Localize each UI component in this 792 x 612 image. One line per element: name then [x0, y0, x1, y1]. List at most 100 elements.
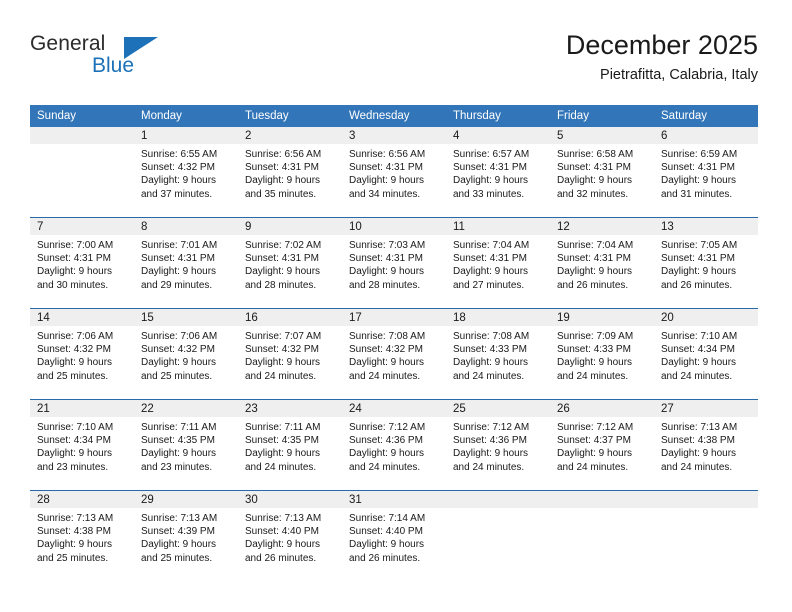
day-number: 26 — [550, 400, 654, 417]
calendar-day-cell[interactable]: 10 Sunrise: 7:03 AM Sunset: 4:31 PM Dayligh… — [342, 218, 446, 308]
weekday-header-thursday: Thursday — [446, 105, 550, 127]
sunrise-text: Sunrise: 7:03 AM — [349, 240, 426, 251]
sunset-text: Sunset: 4:38 PM — [661, 435, 735, 447]
calendar-day-cell[interactable]: 24 Sunrise: 7:12 AM Sunset: 4:36 PM Dayligh… — [342, 400, 446, 490]
calendar-day-cell[interactable]: 7 Sunrise: 7:00 AM Sunset: 4:31 PM Daylight… — [30, 218, 134, 308]
calendar-day-cell[interactable]: 29 Sunrise: 7:13 AM Sunset: 4:39 PM Dayligh… — [134, 491, 238, 581]
sunrise-text: Sunrise: 6:56 AM — [349, 149, 426, 160]
calendar-day-cell[interactable]: 22 Sunrise: 7:11 AM Sunset: 4:35 PM Dayligh… — [134, 400, 238, 490]
sunset-text: Sunset: 4:31 PM — [557, 162, 631, 174]
daylight-text-line1: Daylight: 9 hours — [349, 539, 425, 551]
calendar-day-cell[interactable]: 1 Sunrise: 6:55 AM Sunset: 4:32 PM Daylight… — [134, 127, 238, 217]
sunrise-text: Sunrise: 7:04 AM — [557, 240, 634, 251]
calendar-day-cell[interactable]: 25 Sunrise: 7:12 AM Sunset: 4:36 PM Dayligh… — [446, 400, 550, 490]
calendar-day-cell[interactable]: 13 Sunrise: 7:05 AM Sunset: 4:31 PM Dayligh… — [654, 218, 758, 308]
calendar-week-row: 14 Sunrise: 7:06 AM Sunset: 4:32 PM Dayligh… — [30, 308, 758, 400]
sunset-text: Sunset: 4:40 PM — [245, 526, 319, 538]
daylight-text-line2: and 30 minutes. — [37, 279, 109, 291]
daylight-text-line2: and 34 minutes. — [349, 188, 421, 200]
calendar-day-cell[interactable]: 18 Sunrise: 7:08 AM Sunset: 4:33 PM Dayligh… — [446, 309, 550, 399]
sunrise-text: Sunrise: 7:09 AM — [557, 331, 634, 342]
calendar-day-cell[interactable]: 6 Sunrise: 6:59 AM Sunset: 4:31 PM Daylight… — [654, 127, 758, 217]
day-number: 31 — [342, 491, 446, 508]
calendar-day-cell[interactable]: 2 Sunrise: 6:56 AM Sunset: 4:31 PM Daylight… — [238, 127, 342, 217]
daylight-text-line2: and 24 minutes. — [349, 370, 421, 382]
calendar-day-cell[interactable]: 11 Sunrise: 7:04 AM Sunset: 4:31 PM Dayligh… — [446, 218, 550, 308]
daylight-text-line2: and 25 minutes. — [141, 370, 213, 382]
weekday-header-monday: Monday — [134, 105, 238, 127]
calendar-day-cell[interactable]: 27 Sunrise: 7:13 AM Sunset: 4:38 PM Dayligh… — [654, 400, 758, 490]
day-number: 12 — [550, 218, 654, 235]
daylight-text-line2: and 37 minutes. — [141, 188, 213, 200]
calendar-day-cell[interactable]: 3 Sunrise: 6:56 AM Sunset: 4:31 PM Daylight… — [342, 127, 446, 217]
day-number: 24 — [342, 400, 446, 417]
brand-logo[interactable]: General Blue — [30, 32, 210, 88]
daylight-text-line1: Daylight: 9 hours — [557, 448, 633, 460]
day-number — [30, 127, 134, 144]
day-number: 27 — [654, 400, 758, 417]
sunrise-text: Sunrise: 7:08 AM — [349, 331, 426, 342]
day-details: Sunrise: 7:06 AM Sunset: 4:32 PM Daylight:… — [30, 326, 134, 383]
calendar-day-cell[interactable]: 17 Sunrise: 7:08 AM Sunset: 4:32 PM Dayligh… — [342, 309, 446, 399]
daylight-text-line1: Daylight: 9 hours — [661, 357, 737, 369]
day-number: 4 — [446, 127, 550, 144]
calendar-day-cell[interactable]: 21 Sunrise: 7:10 AM Sunset: 4:34 PM Dayligh… — [30, 400, 134, 490]
page-header: General Blue December 2025 Pietrafitta, … — [30, 28, 758, 96]
calendar-day-cell[interactable]: 23 Sunrise: 7:11 AM Sunset: 4:35 PM Dayligh… — [238, 400, 342, 490]
calendar-day-cell[interactable]: 14 Sunrise: 7:06 AM Sunset: 4:32 PM Dayligh… — [30, 309, 134, 399]
calendar-day-cell[interactable]: 20 Sunrise: 7:10 AM Sunset: 4:34 PM Dayligh… — [654, 309, 758, 399]
daylight-text-line2: and 24 minutes. — [661, 370, 733, 382]
sunrise-text: Sunrise: 6:56 AM — [245, 149, 322, 160]
calendar-day-cell[interactable]: 28 Sunrise: 7:13 AM Sunset: 4:38 PM Dayligh… — [30, 491, 134, 581]
calendar-day-cell[interactable]: 30 Sunrise: 7:13 AM Sunset: 4:40 PM Dayligh… — [238, 491, 342, 581]
sunset-text: Sunset: 4:32 PM — [349, 344, 423, 356]
daylight-text-line1: Daylight: 9 hours — [37, 357, 113, 369]
sunset-text: Sunset: 4:33 PM — [453, 344, 527, 356]
daylight-text-line1: Daylight: 9 hours — [661, 448, 737, 460]
daylight-text-line1: Daylight: 9 hours — [141, 448, 217, 460]
calendar-day-cell[interactable]: 5 Sunrise: 6:58 AM Sunset: 4:31 PM Daylight… — [550, 127, 654, 217]
day-number — [654, 491, 758, 508]
day-details: Sunrise: 7:12 AM Sunset: 4:36 PM Daylight:… — [342, 417, 446, 474]
daylight-text-line1: Daylight: 9 hours — [245, 266, 321, 278]
day-number: 9 — [238, 218, 342, 235]
daylight-text-line2: and 35 minutes. — [245, 188, 317, 200]
calendar-day-cell[interactable]: 19 Sunrise: 7:09 AM Sunset: 4:33 PM Dayligh… — [550, 309, 654, 399]
daylight-text-line2: and 29 minutes. — [141, 279, 213, 291]
sunset-text: Sunset: 4:39 PM — [141, 526, 215, 538]
day-number: 17 — [342, 309, 446, 326]
daylight-text-line2: and 24 minutes. — [557, 461, 629, 473]
sunrise-text: Sunrise: 7:13 AM — [141, 513, 218, 524]
day-number: 2 — [238, 127, 342, 144]
sunset-text: Sunset: 4:31 PM — [453, 162, 527, 174]
daylight-text-line2: and 28 minutes. — [245, 279, 317, 291]
weekday-header-friday: Friday — [550, 105, 654, 127]
sunset-text: Sunset: 4:36 PM — [453, 435, 527, 447]
calendar-day-cell[interactable]: 26 Sunrise: 7:12 AM Sunset: 4:37 PM Dayligh… — [550, 400, 654, 490]
calendar-day-cell[interactable]: 9 Sunrise: 7:02 AM Sunset: 4:31 PM Daylight… — [238, 218, 342, 308]
calendar-day-cell-empty — [654, 491, 758, 581]
day-number: 28 — [30, 491, 134, 508]
daylight-text-line1: Daylight: 9 hours — [557, 357, 633, 369]
calendar-day-cell[interactable]: 31 Sunrise: 7:14 AM Sunset: 4:40 PM Dayligh… — [342, 491, 446, 581]
day-details: Sunrise: 7:04 AM Sunset: 4:31 PM Daylight:… — [446, 235, 550, 292]
daylight-text-line2: and 26 minutes. — [349, 552, 421, 564]
calendar-day-cell[interactable]: 8 Sunrise: 7:01 AM Sunset: 4:31 PM Daylight… — [134, 218, 238, 308]
day-details: Sunrise: 7:03 AM Sunset: 4:31 PM Daylight:… — [342, 235, 446, 292]
weekday-header-saturday: Saturday — [654, 105, 758, 127]
calendar-day-cell[interactable]: 4 Sunrise: 6:57 AM Sunset: 4:31 PM Daylight… — [446, 127, 550, 217]
daylight-text-line1: Daylight: 9 hours — [37, 448, 113, 460]
daylight-text-line2: and 23 minutes. — [141, 461, 213, 473]
day-details: Sunrise: 7:10 AM Sunset: 4:34 PM Daylight:… — [30, 417, 134, 474]
sunset-text: Sunset: 4:31 PM — [349, 162, 423, 174]
sunrise-text: Sunrise: 7:13 AM — [245, 513, 322, 524]
calendar-day-cell[interactable]: 16 Sunrise: 7:07 AM Sunset: 4:32 PM Dayligh… — [238, 309, 342, 399]
calendar-day-cell[interactable]: 12 Sunrise: 7:04 AM Sunset: 4:31 PM Dayligh… — [550, 218, 654, 308]
daylight-text-line1: Daylight: 9 hours — [349, 448, 425, 460]
day-details: Sunrise: 7:11 AM Sunset: 4:35 PM Daylight:… — [134, 417, 238, 474]
sunrise-text: Sunrise: 7:01 AM — [141, 240, 218, 251]
calendar-day-cell[interactable]: 15 Sunrise: 7:06 AM Sunset: 4:32 PM Dayligh… — [134, 309, 238, 399]
sunset-text: Sunset: 4:40 PM — [349, 526, 423, 538]
sunrise-text: Sunrise: 7:12 AM — [453, 422, 530, 433]
calendar-day-cell-empty — [446, 491, 550, 581]
